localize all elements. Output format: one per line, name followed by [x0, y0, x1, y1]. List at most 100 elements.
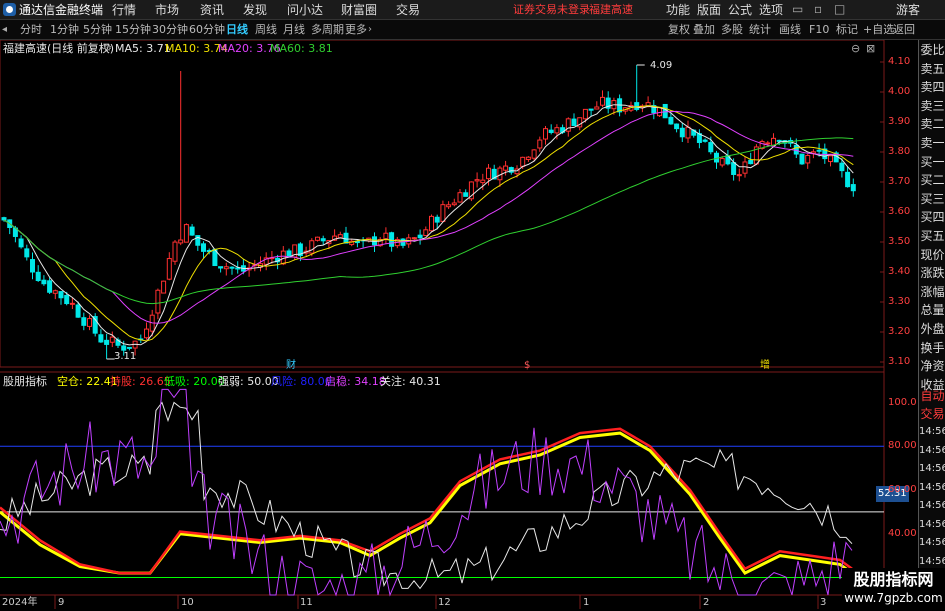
- indicator-tick: 60.00: [888, 484, 917, 495]
- triangle-left-icon[interactable]: ◂: [2, 22, 7, 38]
- period-monthly[interactable]: 月线: [283, 22, 305, 38]
- candle-body: [434, 216, 440, 223]
- guest-button[interactable]: 游客: [896, 2, 920, 18]
- action-overlay[interactable]: 叠加: [693, 22, 715, 38]
- menu-news[interactable]: 资讯: [200, 2, 224, 18]
- panel-item-0[interactable]: 委比: [919, 42, 945, 58]
- candle-body: [486, 167, 491, 180]
- panel-item-16[interactable]: 换手: [919, 340, 945, 356]
- action-back[interactable]: 返回: [893, 22, 915, 38]
- settings-icon[interactable]: ⚙: [103, 41, 112, 57]
- panel-item-13[interactable]: 涨幅: [919, 284, 945, 300]
- period-15min[interactable]: 15分钟: [115, 22, 151, 38]
- period-daily[interactable]: 日线: [226, 22, 248, 38]
- panel-item-7[interactable]: 买二: [919, 172, 945, 188]
- panel-item-4[interactable]: 卖二: [919, 116, 945, 132]
- period-intraday[interactable]: 分时: [20, 22, 42, 38]
- candle-body: [731, 162, 737, 175]
- price-tick: 3.40: [888, 266, 911, 277]
- price-tick: 3.80: [888, 146, 911, 157]
- candle-body: [679, 127, 685, 138]
- panel-item-20[interactable]: 交易: [919, 406, 945, 422]
- ind-strength-label: 强弱: 50.00: [218, 375, 279, 388]
- menu-discover[interactable]: 发现: [243, 2, 267, 18]
- ind-empty-label: 空仓: 22.41: [57, 375, 118, 388]
- panel-item-14[interactable]: 总量: [919, 302, 945, 318]
- price-tick: 3.70: [888, 176, 911, 187]
- action-multistock[interactable]: 多股: [721, 22, 743, 38]
- candle-body: [503, 165, 509, 171]
- restore-icon[interactable]: ▫: [814, 1, 822, 17]
- candle-body: [315, 236, 320, 241]
- login-notice[interactable]: 证券交易未登录: [513, 2, 590, 18]
- panel-item-11[interactable]: 现价: [919, 247, 945, 263]
- candle-body: [155, 289, 161, 314]
- period-weekly[interactable]: 周线: [255, 22, 277, 38]
- panel-item-19[interactable]: 自动: [919, 388, 945, 404]
- candle-body: [429, 215, 434, 232]
- menu-formula[interactable]: 公式: [728, 2, 752, 18]
- chart-toolbar: ◂ 分时 1分钟 5分钟 15分钟 30分钟 60分钟 日线 周线 月线 多周期…: [0, 20, 945, 40]
- ma60-label: MA60: 3.81: [270, 42, 333, 55]
- right-quote-panel: 委比 卖五 卖四 卖三 卖二 卖一 买一 买二 买三 买四 买五 现价 涨跌 涨幅 总量 外盘 换手 净资 收益 自动…: [918, 40, 945, 604]
- ind-watch-label: 关注: 40.31: [380, 375, 441, 388]
- candle-body: [748, 159, 754, 165]
- period-1min[interactable]: 1分钟: [50, 22, 79, 38]
- menu-quotes[interactable]: 行情: [112, 2, 136, 18]
- candle-body: [765, 142, 771, 145]
- action-add-favorite[interactable]: +自选: [863, 22, 894, 38]
- candle-body: [41, 279, 47, 285]
- minimize-icon[interactable]: ▭: [792, 1, 803, 17]
- close-panel-icon[interactable]: ⊠: [866, 41, 875, 57]
- period-more[interactable]: 更多: [345, 22, 367, 38]
- menu-market[interactable]: 市场: [155, 2, 179, 18]
- panel-item-12[interactable]: 涨跌: [919, 265, 945, 281]
- app-logo-icon: [3, 3, 16, 16]
- period-60min[interactable]: 60分钟: [189, 22, 225, 38]
- candle-body: [178, 239, 184, 244]
- menu-ask[interactable]: 问小达: [287, 2, 323, 18]
- panel-item-17[interactable]: 净资: [919, 358, 945, 374]
- candle-body: [674, 123, 680, 130]
- action-adjust[interactable]: 复权: [668, 22, 690, 38]
- candle-body: [383, 232, 389, 240]
- period-5min[interactable]: 5分钟: [83, 22, 112, 38]
- ind-buy-label: 低吸: 20.00: [164, 375, 225, 388]
- menu-function[interactable]: 功能: [666, 2, 690, 18]
- panel-item-10[interactable]: 买五: [919, 228, 945, 244]
- candle-body: [839, 162, 845, 172]
- candle-body: [166, 258, 172, 280]
- menu-trade[interactable]: 交易: [396, 2, 420, 18]
- candle-body: [708, 142, 714, 153]
- candle-body: [799, 153, 805, 165]
- candle-body: [35, 271, 41, 282]
- event-marker-finance[interactable]: 财: [286, 358, 296, 374]
- action-mark[interactable]: 标记: [836, 22, 858, 38]
- panel-item-8[interactable]: 买三: [919, 191, 945, 207]
- panel-item-5[interactable]: 卖一: [919, 135, 945, 151]
- kline-chart[interactable]: [0, 40, 918, 609]
- period-multi[interactable]: 多周期: [311, 22, 344, 38]
- stock-tag[interactable]: 福建高速: [589, 2, 633, 18]
- period-30min[interactable]: 30分钟: [152, 22, 188, 38]
- menu-options[interactable]: 选项: [759, 2, 783, 18]
- panel-item-1[interactable]: 卖五: [919, 61, 945, 77]
- panel-item-15[interactable]: 外盘: [919, 321, 945, 337]
- chevron-right-icon[interactable]: ›: [368, 22, 372, 38]
- action-draw[interactable]: 画线: [779, 22, 801, 38]
- candle-body: [816, 149, 822, 152]
- panel-item-3[interactable]: 卖三: [919, 98, 945, 114]
- event-marker-increase[interactable]: 增: [760, 358, 770, 374]
- panel-item-2[interactable]: 卖四: [919, 79, 945, 95]
- event-marker-dividend[interactable]: $: [524, 358, 530, 374]
- zoom-out-icon[interactable]: ⊖: [851, 41, 860, 57]
- panel-item-9[interactable]: 买四: [919, 209, 945, 225]
- ma10-line: [3, 105, 854, 342]
- maximize-icon[interactable]: □: [834, 1, 845, 17]
- action-stats[interactable]: 统计: [749, 22, 771, 38]
- menu-layout[interactable]: 版面: [697, 2, 721, 18]
- candle-body: [685, 126, 691, 139]
- panel-item-6[interactable]: 买一: [919, 154, 945, 170]
- menu-wealth[interactable]: 财富圈: [341, 2, 377, 18]
- action-f10[interactable]: F10: [809, 22, 829, 38]
